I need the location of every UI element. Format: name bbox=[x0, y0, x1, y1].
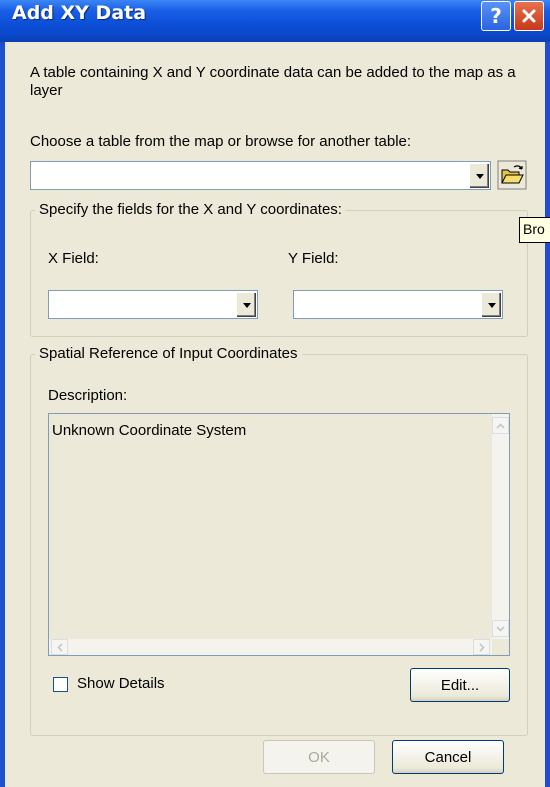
add-xy-data-dialog: Add XY Data ? A table containing X and Y… bbox=[0, 0, 550, 787]
chevron-down-icon bbox=[496, 625, 505, 632]
vertical-scrollbar[interactable] bbox=[492, 414, 509, 639]
open-folder-icon bbox=[497, 160, 527, 190]
chevron-down-icon bbox=[487, 302, 496, 308]
title-bar[interactable]: Add XY Data ? bbox=[0, 0, 550, 42]
dialog-description: A table containing X and Y coordinate da… bbox=[30, 64, 516, 99]
cancel-button[interactable]: Cancel bbox=[392, 740, 504, 774]
dialog-body: A table containing X and Y coordinate da… bbox=[5, 42, 545, 787]
chevron-down-icon bbox=[242, 302, 251, 308]
coordinate-description-text: Unknown Coordinate System bbox=[52, 422, 247, 439]
horizontal-scrollbar[interactable] bbox=[49, 639, 492, 655]
scroll-right-button[interactable] bbox=[473, 639, 490, 655]
x-field-dropdown-button[interactable] bbox=[236, 292, 256, 317]
scrollbar-corner bbox=[492, 639, 509, 655]
table-select-dropdown-button[interactable] bbox=[469, 163, 489, 188]
close-button[interactable] bbox=[514, 1, 544, 31]
x-field-select[interactable] bbox=[48, 290, 258, 319]
chevron-right-icon bbox=[478, 642, 485, 652]
ok-button[interactable]: OK bbox=[263, 740, 375, 774]
help-button[interactable]: ? bbox=[481, 1, 511, 31]
window-title: Add XY Data bbox=[12, 2, 147, 24]
show-details-checkbox[interactable] bbox=[53, 677, 68, 692]
table-chooser-label: Choose a table from the map or browse fo… bbox=[30, 133, 412, 150]
chevron-down-icon bbox=[475, 173, 484, 179]
question-mark-icon: ? bbox=[490, 4, 502, 28]
scroll-left-button[interactable] bbox=[51, 639, 68, 655]
description-label: Description: bbox=[48, 387, 128, 404]
scroll-up-button[interactable] bbox=[492, 417, 509, 434]
x-field-label: X Field: bbox=[48, 250, 99, 267]
y-field-label: Y Field: bbox=[288, 250, 339, 267]
browse-tooltip: Bro bbox=[519, 217, 550, 243]
coordinate-description-box[interactable]: Unknown Coordinate System bbox=[48, 413, 510, 656]
y-field-dropdown-button[interactable] bbox=[481, 292, 501, 317]
edit-button[interactable]: Edit... bbox=[410, 668, 510, 702]
fields-groupbox-legend: Specify the fields for the X and Y coord… bbox=[35, 201, 346, 218]
chevron-left-icon bbox=[56, 642, 63, 652]
chevron-up-icon bbox=[496, 422, 505, 429]
close-icon bbox=[522, 9, 536, 23]
scroll-down-button[interactable] bbox=[492, 620, 509, 637]
show-details-label[interactable]: Show Details bbox=[77, 675, 165, 692]
y-field-select[interactable] bbox=[293, 290, 503, 319]
browse-button[interactable] bbox=[497, 160, 527, 190]
spatial-reference-legend: Spatial Reference of Input Coordinates bbox=[35, 345, 302, 362]
table-select[interactable] bbox=[30, 161, 491, 190]
